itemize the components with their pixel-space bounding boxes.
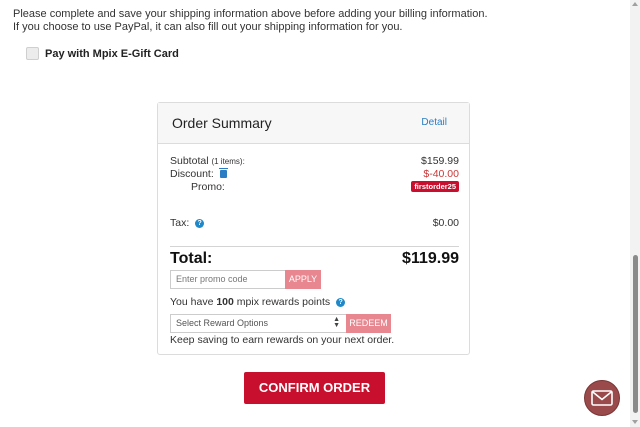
discount-row: Discount: $-40.00 xyxy=(170,168,459,181)
rewards-suffix: mpix rewards points xyxy=(236,296,331,308)
order-summary-header: Order Summary Detail xyxy=(158,103,469,144)
discount-label: Discount: xyxy=(170,168,214,180)
question-circle-icon[interactable]: ? xyxy=(195,219,205,228)
order-summary-panel: Order Summary Detail Subtotal (1 items):… xyxy=(157,102,470,355)
rewards-prefix: You have xyxy=(170,296,214,308)
total-value: $119.99 xyxy=(402,250,459,267)
promo-label: Promo: xyxy=(191,181,225,193)
reward-options-select[interactable]: Select Reward Options ▲ ▼ xyxy=(170,314,346,333)
subtotal-label: Subtotal xyxy=(170,155,209,167)
discount-value: $-40.00 xyxy=(423,168,459,180)
order-summary-title: Order Summary xyxy=(172,115,272,131)
gift-card-checkbox[interactable] xyxy=(26,47,39,60)
trash-icon[interactable] xyxy=(218,168,228,178)
gift-card-option[interactable]: Pay with Mpix E-Gift Card xyxy=(26,47,179,60)
subtotal-value: $159.99 xyxy=(421,155,459,167)
rewards-points: 100 xyxy=(216,296,234,308)
subtotal-row: Subtotal (1 items): $159.99 xyxy=(170,155,459,168)
subtotal-items: (1 items): xyxy=(211,157,245,166)
promo-code-badge: firstorder25 xyxy=(411,181,459,192)
chat-button[interactable] xyxy=(584,380,620,416)
reward-select-value: Select Reward Options xyxy=(176,318,269,328)
select-arrows-icon: ▲ ▼ xyxy=(333,316,340,329)
keep-saving-text: Keep saving to earn rewards on your next… xyxy=(170,334,395,346)
gift-card-label: Pay with Mpix E-Gift Card xyxy=(45,47,179,60)
tax-row: Tax: ? $0.00 xyxy=(170,217,459,230)
envelope-icon xyxy=(591,390,613,406)
scrollbar[interactable] xyxy=(630,0,640,427)
confirm-order-button[interactable]: CONFIRM ORDER xyxy=(244,372,385,404)
notice-line-2: If you choose to use PayPal, it can also… xyxy=(13,21,403,33)
billing-notice: Please complete and save your shipping i… xyxy=(13,8,488,34)
apply-button[interactable]: APPLY xyxy=(285,270,321,289)
promo-row: Promo: firstorder25 xyxy=(170,181,459,194)
tax-label: Tax: xyxy=(170,217,190,229)
total-label: Total: xyxy=(170,250,213,267)
scroll-up-icon[interactable] xyxy=(632,2,638,6)
question-circle-icon[interactable]: ? xyxy=(336,298,346,307)
detail-link[interactable]: Detail xyxy=(421,117,447,128)
scrollbar-thumb[interactable] xyxy=(633,255,638,413)
scroll-down-icon[interactable] xyxy=(632,420,638,424)
tax-value: $0.00 xyxy=(432,217,459,229)
summary-divider xyxy=(170,246,459,247)
promo-code-input[interactable]: Enter promo code xyxy=(170,270,285,289)
redeem-button[interactable]: REDEEM xyxy=(346,314,391,333)
notice-line-1: Please complete and save your shipping i… xyxy=(13,8,488,20)
rewards-points-text: You have 100 mpix rewards points ? xyxy=(170,296,346,308)
